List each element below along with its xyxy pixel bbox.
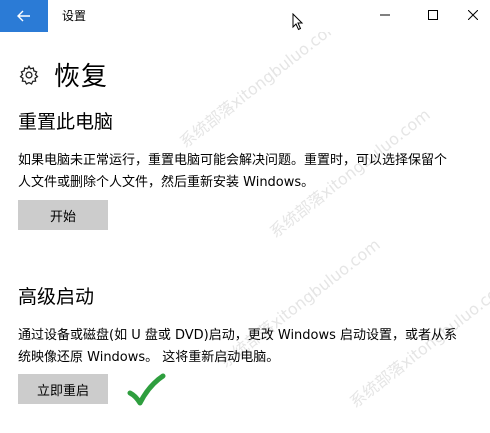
restart-now-button[interactable]: 立即重启 xyxy=(18,374,108,404)
mouse-cursor-icon xyxy=(292,13,304,31)
settings-window: 系统部落xitongbuluo.com 系统部落xitongbuluo.com … xyxy=(0,0,490,433)
close-button[interactable] xyxy=(456,0,490,30)
maximize-icon xyxy=(428,10,438,20)
checkmark-icon xyxy=(127,373,166,406)
advanced-startup-title: 高级启动 xyxy=(18,286,95,308)
watermark: 系统部落xitongbuluo.com xyxy=(176,14,344,152)
back-button[interactable] xyxy=(0,0,48,32)
minimize-button[interactable] xyxy=(362,0,408,30)
gear-icon xyxy=(19,64,39,85)
reset-section-title: 重置此电脑 xyxy=(18,111,114,133)
page-title: 恢复 xyxy=(54,62,109,92)
maximize-button[interactable] xyxy=(410,0,456,30)
app-title: 设置 xyxy=(62,9,87,23)
minimize-icon xyxy=(380,14,390,16)
page-header: 恢复 xyxy=(18,56,108,93)
advanced-startup-description: 通过设备或磁盘(如 U 盘或 DVD)启动，更改 Windows 启动设置，或者… xyxy=(18,328,458,365)
reset-description: 如果电脑未正常运行，重置电脑可能会解决问题。重置时，可以选择保留个人文件或删除个… xyxy=(18,153,448,190)
reset-start-button[interactable]: 开始 xyxy=(18,200,108,230)
close-icon xyxy=(468,10,478,20)
arrow-left-icon xyxy=(17,10,30,22)
title-bar: 设置 xyxy=(0,0,490,32)
